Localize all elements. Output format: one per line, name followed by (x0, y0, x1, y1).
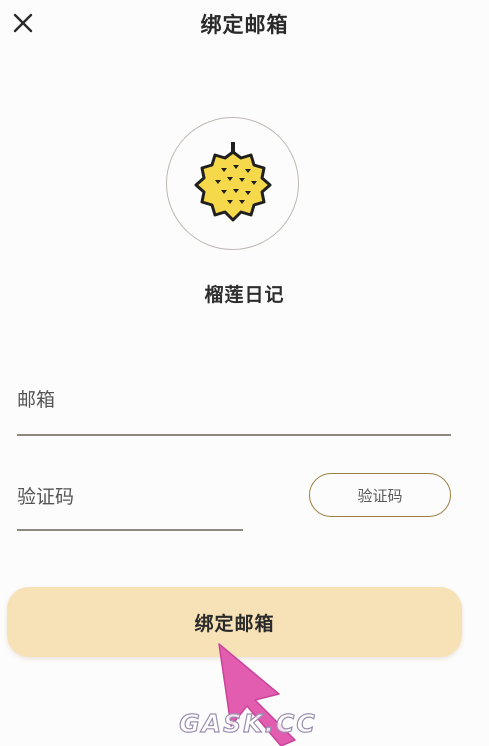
watermark-logo: GASK.CC (179, 708, 316, 738)
email-underline (17, 434, 451, 436)
bind-email-button[interactable]: 绑定邮箱 (7, 587, 462, 657)
code-underline (17, 529, 243, 531)
durian-icon (194, 141, 271, 221)
page-title: 绑定邮箱 (200, 13, 289, 37)
get-code-button[interactable]: 验证码 (309, 473, 451, 517)
app-logo (166, 117, 299, 250)
verification-code-input[interactable] (17, 481, 243, 513)
email-input[interactable] (17, 384, 451, 416)
header-bar: 绑定邮箱 (0, 0, 489, 52)
app-name: 榴莲日记 (204, 284, 285, 306)
svg-text:GASK.CC: GASK.CC (179, 709, 316, 738)
